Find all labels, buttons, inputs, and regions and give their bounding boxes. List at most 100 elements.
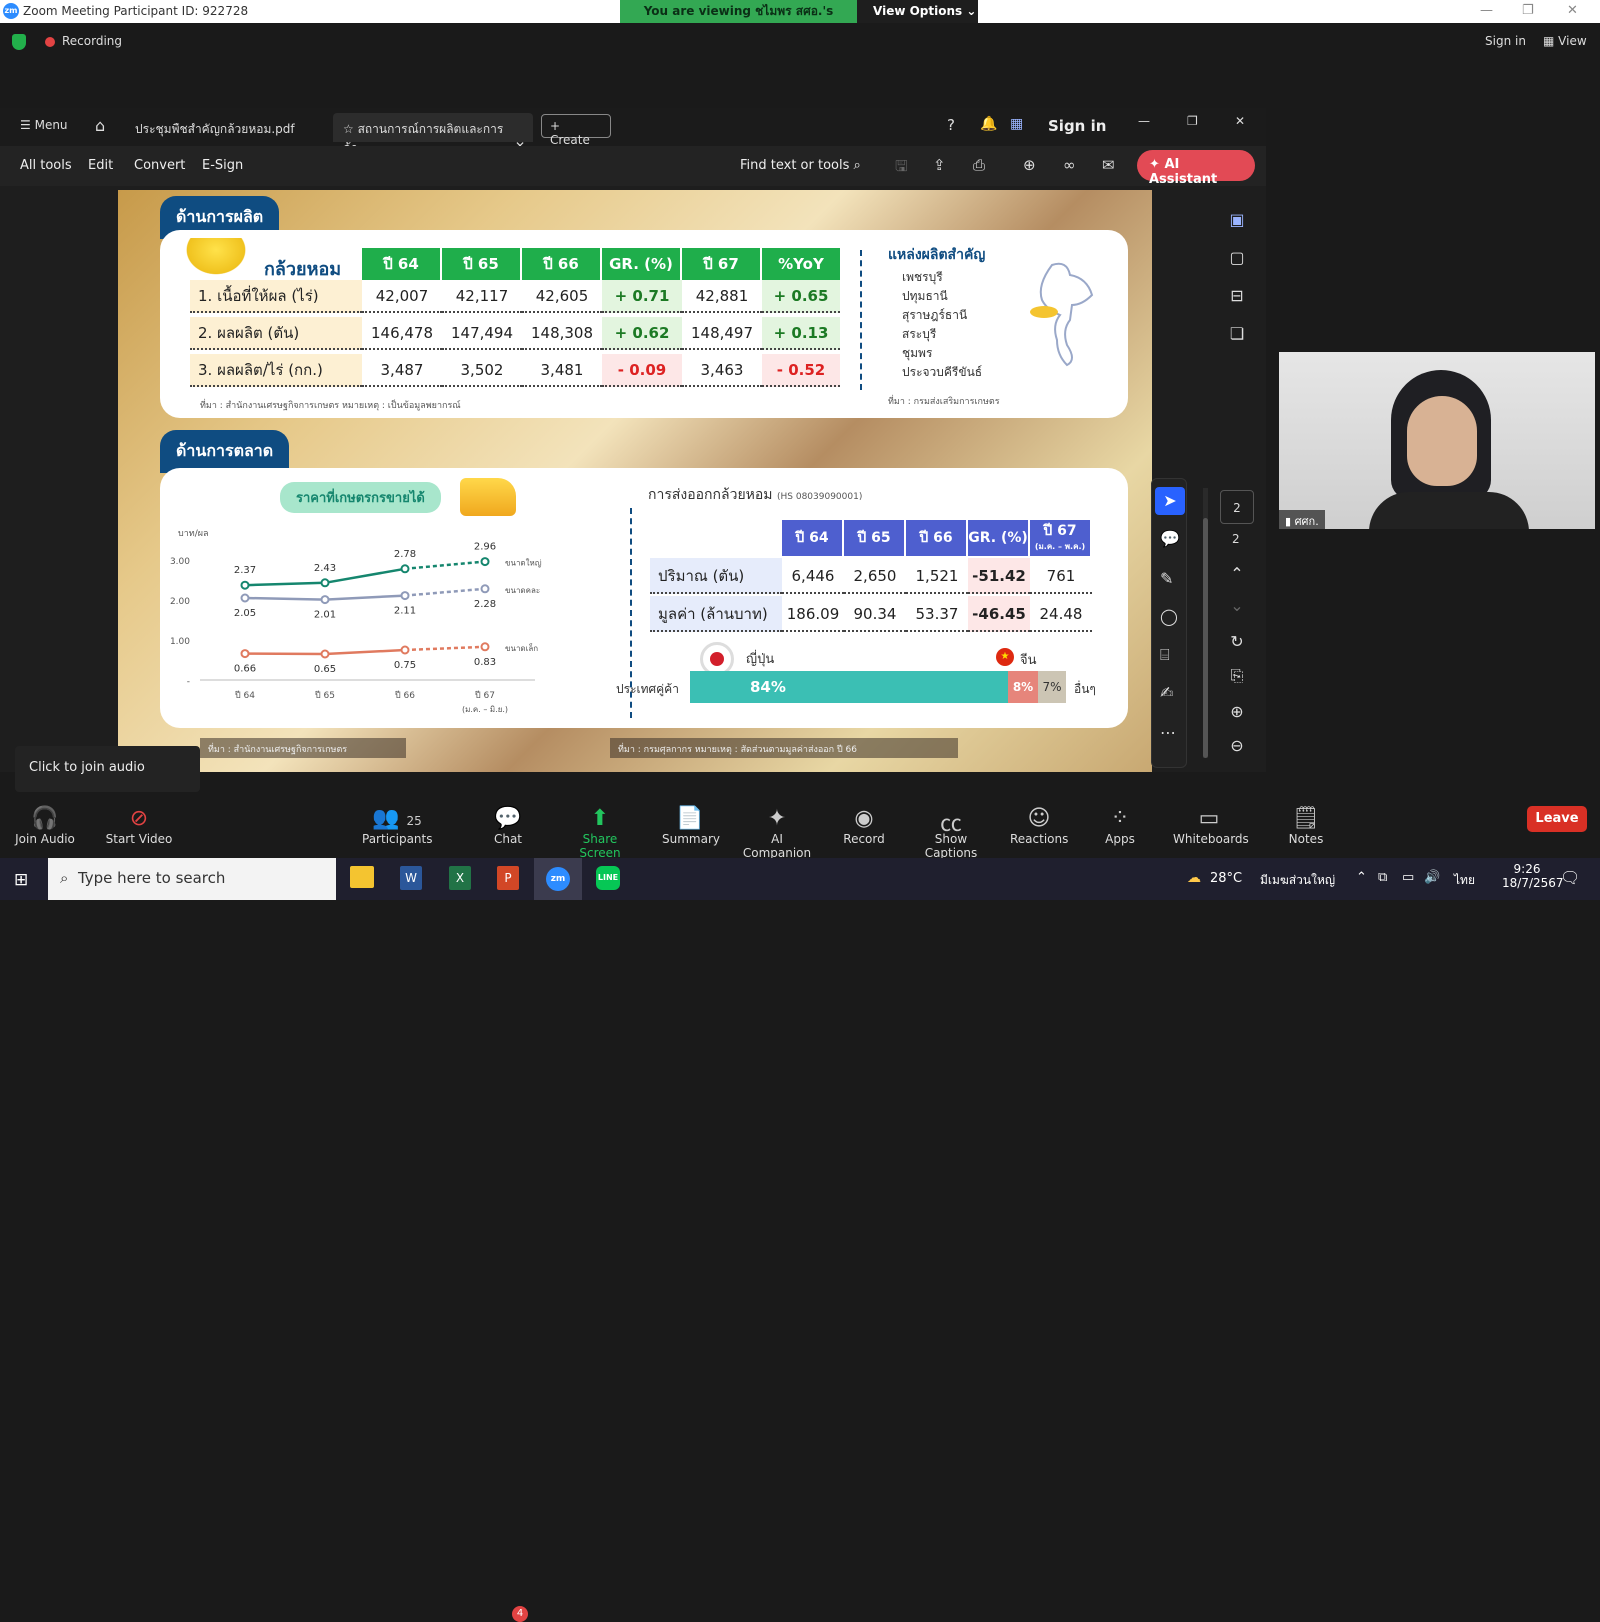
home-icon[interactable]: ⌂ — [95, 116, 105, 135]
zoom-out-icon[interactable]: ⊖ — [1226, 736, 1248, 758]
close-icon[interactable]: ✕ — [1567, 3, 1578, 18]
find-tools[interactable]: Find text or tools ⌕ — [740, 158, 861, 173]
share-screen-button[interactable]: ⬆ Share Screen — [562, 806, 638, 860]
series-line-projection — [404, 645, 486, 652]
page-up-icon[interactable]: ⌃ — [1226, 564, 1248, 586]
export-title: การส่งออกกล้วยหอม (HS 08039090001) — [648, 484, 862, 506]
tab-file-1[interactable]: ประชุมพืชสำคัญกล้วยหอม.pdf — [125, 113, 325, 142]
select-cursor-icon[interactable]: ➤ — [1155, 487, 1185, 515]
print-icon[interactable]: ⎙ — [973, 156, 985, 174]
zoom-meeting-header: Recording Sign in ▦ View — [0, 23, 1600, 61]
chat-button[interactable]: 💬 Chat — [488, 806, 528, 846]
bookmark-icon[interactable]: ⊟ — [1226, 286, 1248, 308]
tool-all-tools[interactable]: All tools — [20, 158, 72, 173]
minimize-icon[interactable]: — — [1480, 3, 1493, 18]
scrollbar[interactable] — [1203, 488, 1208, 758]
ai-assistant-button[interactable]: ✦ AI Assistant — [1137, 150, 1255, 187]
x-tick-label: ปี 67 — [475, 690, 495, 701]
maximize-icon[interactable]: ❐ — [1522, 3, 1534, 18]
table-cell: + 0.62 — [602, 317, 682, 350]
leave-button[interactable]: Leave — [1527, 806, 1587, 832]
table-cell: 3,487 — [362, 354, 442, 387]
shield-icon — [12, 34, 26, 50]
join-audio-tooltip[interactable]: Click to join audio — [15, 746, 200, 792]
participants-button[interactable]: 👥 25 Participants — [362, 806, 433, 846]
sign-icon[interactable]: ✍ — [1160, 683, 1173, 702]
tray-device-icon[interactable]: ⧉ — [1378, 870, 1387, 885]
ai-companion-label: AI Companion — [742, 832, 812, 860]
line-app-icon[interactable]: LINE — [596, 866, 620, 890]
pages-icon[interactable]: ❏ — [1226, 324, 1248, 346]
comments-icon[interactable]: ▢ — [1226, 248, 1248, 270]
page-number-input[interactable]: 2 — [1220, 490, 1254, 524]
save-icon[interactable]: 🖫 — [895, 156, 908, 181]
table-cell: - 0.52 — [762, 354, 840, 387]
ai-summary-icon[interactable]: ▣ — [1226, 210, 1248, 232]
areas-title: แหล่งผลิตสำคัญ — [888, 247, 986, 263]
add-comment-icon[interactable]: 💬 — [1160, 529, 1180, 548]
participant-video[interactable]: ▮ ศศก. — [1279, 352, 1595, 529]
x-tick-label: ปี 66 — [395, 690, 415, 701]
help-icon[interactable]: ? — [947, 116, 955, 134]
highlight-pen-icon[interactable]: ✎ — [1160, 569, 1173, 588]
file-explorer-icon[interactable] — [350, 866, 374, 888]
lasso-icon[interactable]: ◯ — [1160, 607, 1178, 626]
table-cell: 148,308 — [522, 317, 602, 350]
divider — [860, 250, 862, 390]
whiteboards-button[interactable]: ▭ Whiteboards — [1173, 806, 1249, 846]
weather-temp[interactable]: 28°C — [1210, 871, 1242, 886]
windows-start-icon[interactable]: ⊞ — [14, 870, 28, 890]
join-audio-button[interactable]: 🎧 Join Audio — [14, 806, 76, 846]
word-icon[interactable]: W — [400, 866, 422, 890]
rotate-icon[interactable]: ↻ — [1226, 632, 1248, 654]
zoom-taskbar-item[interactable]: zm — [534, 858, 582, 900]
record-button[interactable]: ◉ Record — [842, 806, 886, 846]
page-down-icon[interactable]: ⌄ — [1226, 596, 1248, 618]
notification-icon[interactable]: 🗨 — [1560, 868, 1580, 887]
share-user-icon[interactable]: ⊕ — [1023, 156, 1036, 174]
language-indicator[interactable]: ไทย — [1454, 871, 1475, 890]
extract-icon[interactable]: ⎘ — [1226, 666, 1248, 688]
more-options-icon[interactable]: ⋯ — [1160, 723, 1176, 742]
tray-chevron-up-icon[interactable]: ⌃ — [1356, 870, 1367, 885]
notes-button[interactable]: 🗒 Notes — [1288, 806, 1324, 846]
view-button[interactable]: ▦ View — [1543, 34, 1587, 48]
powerpoint-icon[interactable]: P — [497, 866, 519, 890]
link-icon[interactable]: ∞ — [1063, 156, 1076, 174]
table-cell: 24.48 — [1030, 596, 1092, 632]
zoom-in-icon[interactable]: ⊕ — [1226, 702, 1248, 724]
record-icon: ◉ — [854, 806, 874, 831]
windows-taskbar: ⊞ ⌕ Type here to search W X P zm LINE ☁ … — [0, 858, 1600, 900]
volume-icon[interactable]: 🔊 — [1424, 870, 1440, 885]
taskbar-search[interactable]: ⌕ Type here to search — [48, 858, 336, 900]
show-captions-button[interactable]: ㏄ Show Captions — [908, 806, 994, 860]
menu-button[interactable]: ☰ Menu — [20, 118, 68, 132]
upload-icon[interactable]: ⇪ — [933, 156, 946, 174]
view-options-button[interactable]: View Options ⌄ — [857, 0, 978, 23]
excel-icon[interactable]: X — [449, 866, 471, 890]
tool-convert[interactable]: Convert — [134, 158, 185, 173]
tool-esign[interactable]: E-Sign — [202, 158, 243, 173]
list-item: ปทุมธานี — [902, 289, 948, 303]
chat-label: Chat — [493, 832, 523, 846]
ai-companion-button[interactable]: ✦ AI Companion — [736, 806, 818, 860]
bell-icon[interactable]: 🔔 — [980, 116, 997, 132]
start-video-button[interactable]: ⊘ Start Video — [104, 806, 174, 846]
apps-button[interactable]: ⁘ Apps — [1104, 806, 1136, 846]
acrobat-sign-in[interactable]: Sign in — [1048, 117, 1106, 135]
apps-grid-icon[interactable]: ▦ — [1010, 116, 1023, 132]
create-button[interactable]: + Create — [541, 114, 611, 147]
clock[interactable]: 9:26 18/7/2567 — [1502, 862, 1564, 890]
network-icon[interactable]: ▭ — [1402, 870, 1414, 885]
tool-edit[interactable]: Edit — [88, 158, 113, 173]
acrobat-minimize-icon[interactable]: — — [1138, 114, 1150, 128]
summary-button[interactable]: 📄 Summary — [662, 806, 720, 846]
email-icon[interactable]: ✉ — [1102, 156, 1115, 174]
weather-text[interactable]: มีเมฆส่วนใหญ่ — [1260, 871, 1335, 890]
acrobat-close-icon[interactable]: ✕ — [1235, 114, 1245, 128]
zoom-sign-in[interactable]: Sign in — [1485, 34, 1526, 48]
acrobat-restore-icon[interactable]: ❐ — [1187, 114, 1198, 128]
text-box-icon[interactable]: ⌸ — [1160, 645, 1170, 665]
tab-file-2[interactable]: ☆ สถานการณ์การผลิตและการค้า... ✕ — [333, 113, 533, 155]
reactions-button[interactable]: ☺ Reactions — [1010, 806, 1068, 846]
